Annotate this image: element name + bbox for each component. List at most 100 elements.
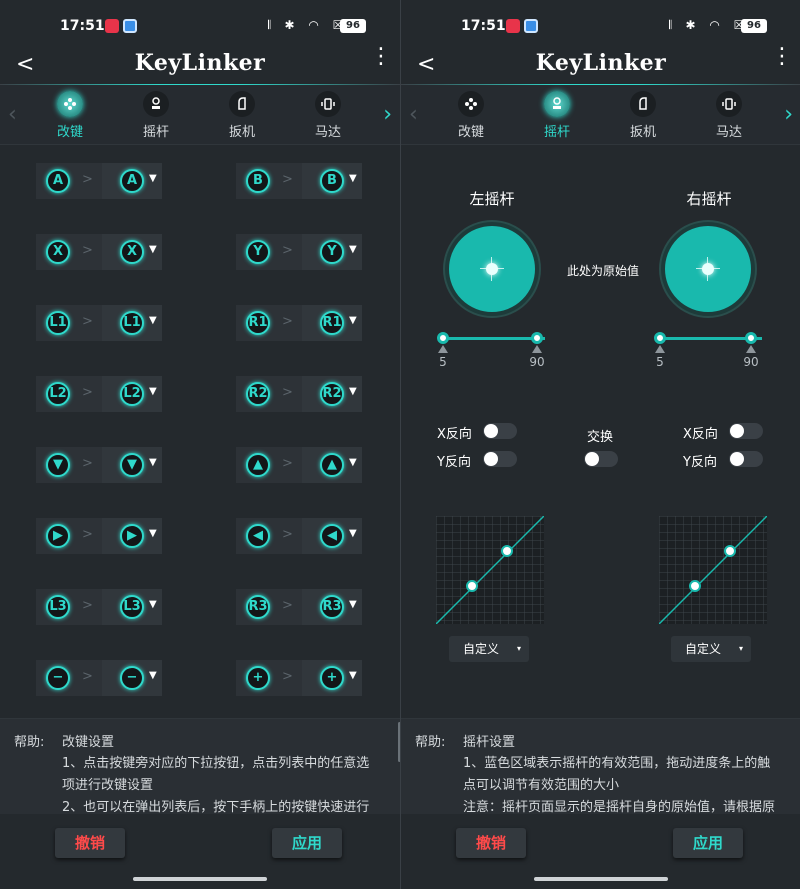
app-header: < KeyLinker ⋮ (0, 46, 400, 84)
target-key-button-icon: ▲ (320, 453, 344, 477)
status-icons: 𝄃 ✱ ◠ ☒ (669, 18, 750, 32)
cancel-button[interactable]: 撤销 (55, 828, 125, 858)
tab-remap[interactable]: 改键 (436, 91, 506, 140)
right-stick-position (702, 263, 714, 275)
cancel-button[interactable]: 撤销 (456, 828, 526, 858)
key-mapping-row: R1 > R1 ▼ (0, 305, 400, 341)
tab-bar: ‹ 改键 摇杆 扳机 马达 › (401, 85, 800, 145)
dropdown-arrow-icon[interactable]: ▼ (349, 244, 357, 255)
status-time: 17:51 (461, 18, 506, 34)
tab-remap[interactable]: 改键 (35, 91, 105, 140)
key-mapping-row: R3 > R3 ▼ (0, 589, 400, 625)
help-body: 1、蓝色区域表示摇杆的有效范围，拖动进度条上的触 点可以调节有效范围的大小 注意… (463, 753, 783, 814)
mapping-arrow-icon: > (282, 243, 293, 258)
help-title: 摇杆设置 (463, 735, 516, 750)
mapping-arrow-icon: > (282, 598, 293, 613)
target-key-dropdown[interactable]: + ▼ (302, 660, 362, 696)
help-label: 帮助: (415, 735, 446, 750)
left-range-min-handle[interactable] (437, 332, 449, 344)
left-stick-label: 左摇杆 (469, 190, 515, 208)
right-range-min-handle[interactable] (654, 332, 666, 344)
tab-next-arrow[interactable]: › (383, 102, 392, 127)
help-label: 帮助: (14, 735, 45, 750)
tab-next-arrow[interactable]: › (784, 102, 793, 127)
left-curve-preset-select[interactable]: 自定义 ▾ (449, 636, 529, 662)
curve-point[interactable] (724, 545, 736, 557)
tab-trigger[interactable]: 扳机 (207, 91, 277, 140)
target-key-button-icon: R2 (320, 382, 344, 406)
dropdown-arrow-icon[interactable]: ▼ (349, 599, 357, 610)
target-key-dropdown[interactable]: B ▼ (302, 163, 362, 199)
apply-button[interactable]: 应用 (272, 828, 342, 858)
right-range-slider[interactable]: 5 90 (654, 332, 762, 369)
target-key-dropdown[interactable]: R1 ▼ (302, 305, 362, 341)
left-x-invert-label: X反向 (437, 427, 472, 442)
app-header: < KeyLinker ⋮ (401, 46, 800, 84)
swap-toggle[interactable] (584, 451, 618, 467)
more-options-button[interactable]: ⋮ (370, 46, 392, 68)
left-range-slider[interactable]: 5 90 (437, 332, 545, 369)
tab-joystick[interactable]: 摇杆 (522, 91, 592, 140)
dropdown-arrow-icon[interactable]: ▼ (349, 173, 357, 184)
dropdown-arrow-icon[interactable]: ▼ (349, 457, 357, 468)
joystick-icon (544, 91, 570, 117)
target-key-button-icon: Y (320, 240, 344, 264)
left-x-invert-toggle[interactable] (483, 423, 517, 439)
notification-app-icon (123, 19, 137, 33)
left-response-curve[interactable] (436, 516, 544, 624)
dropdown-arrow-icon[interactable]: ▼ (349, 670, 357, 681)
target-key-dropdown[interactable]: Y ▼ (302, 234, 362, 270)
mapping-arrow-icon: > (282, 527, 293, 542)
dropdown-arrow-icon[interactable]: ▼ (349, 315, 357, 326)
left-y-invert-toggle[interactable] (483, 451, 517, 467)
tab-motor[interactable]: 马达 (293, 91, 363, 140)
tab-trigger[interactable]: 扳机 (608, 91, 678, 140)
right-y-invert-label: Y反向 (683, 455, 717, 470)
help-title: 改键设置 (62, 735, 115, 750)
right-response-curve[interactable] (659, 516, 767, 624)
vibration-motor-icon (716, 91, 742, 117)
curve-point[interactable] (466, 580, 478, 592)
tab-label: 改键 (457, 125, 484, 140)
right-curve-preset-select[interactable]: 自定义 ▾ (671, 636, 751, 662)
left-screen: 17:51 𝄃 ✱ ◠ ☒ 96 < KeyLinker ⋮ ‹ 改键 摇杆 扳… (0, 0, 400, 889)
target-key-button-icon: R1 (320, 311, 344, 335)
home-indicator[interactable] (133, 877, 267, 881)
notification-app-icon (506, 19, 520, 33)
tab-motor[interactable]: 马达 (694, 91, 764, 140)
help-panel: 帮助: 改键设置 1、点击按键旁对应的下拉按钮，点击列表中的任意选 项进行改键设… (0, 718, 400, 814)
tab-label: 扳机 (228, 125, 255, 140)
trigger-icon (229, 91, 255, 117)
action-bar: 撤销 应用 (401, 814, 800, 889)
home-indicator[interactable] (534, 877, 668, 881)
help-line: 点可以调节有效范围的大小 (463, 778, 620, 793)
source-key-button-icon: + (246, 666, 270, 690)
left-stick-position (486, 263, 498, 275)
tab-label: 摇杆 (543, 125, 570, 140)
right-x-invert-toggle[interactable] (729, 423, 763, 439)
tab-prev-arrow[interactable]: ‹ (8, 102, 17, 127)
apply-button[interactable]: 应用 (673, 828, 743, 858)
target-key-dropdown[interactable]: ▲ ▼ (302, 447, 362, 483)
app-title: KeyLinker (535, 50, 667, 76)
tab-joystick[interactable]: 摇杆 (121, 91, 191, 140)
dropdown-arrow-icon[interactable]: ▼ (349, 528, 357, 539)
tab-label: 马达 (314, 125, 341, 140)
target-key-dropdown[interactable]: R3 ▼ (302, 589, 362, 625)
right-range-max-handle[interactable] (745, 332, 757, 344)
left-range-max-handle[interactable] (531, 332, 543, 344)
target-key-dropdown[interactable]: ◀ ▼ (302, 518, 362, 554)
source-key-button-icon: R1 (246, 311, 270, 335)
key-mapping-row: ◀ > ◀ ▼ (0, 518, 400, 554)
dropdown-arrow-icon[interactable]: ▼ (349, 386, 357, 397)
battery-icon: 96 (741, 19, 767, 33)
tab-prev-arrow[interactable]: ‹ (409, 102, 418, 127)
curve-point[interactable] (501, 545, 513, 557)
right-y-invert-toggle[interactable] (729, 451, 763, 467)
more-options-button[interactable]: ⋮ (771, 46, 793, 68)
curve-point[interactable] (689, 580, 701, 592)
tab-label: 摇杆 (142, 125, 169, 140)
key-mapping-row: R2 > R2 ▼ (0, 376, 400, 412)
target-key-dropdown[interactable]: R2 ▼ (302, 376, 362, 412)
source-key-button-icon: B (246, 169, 270, 193)
